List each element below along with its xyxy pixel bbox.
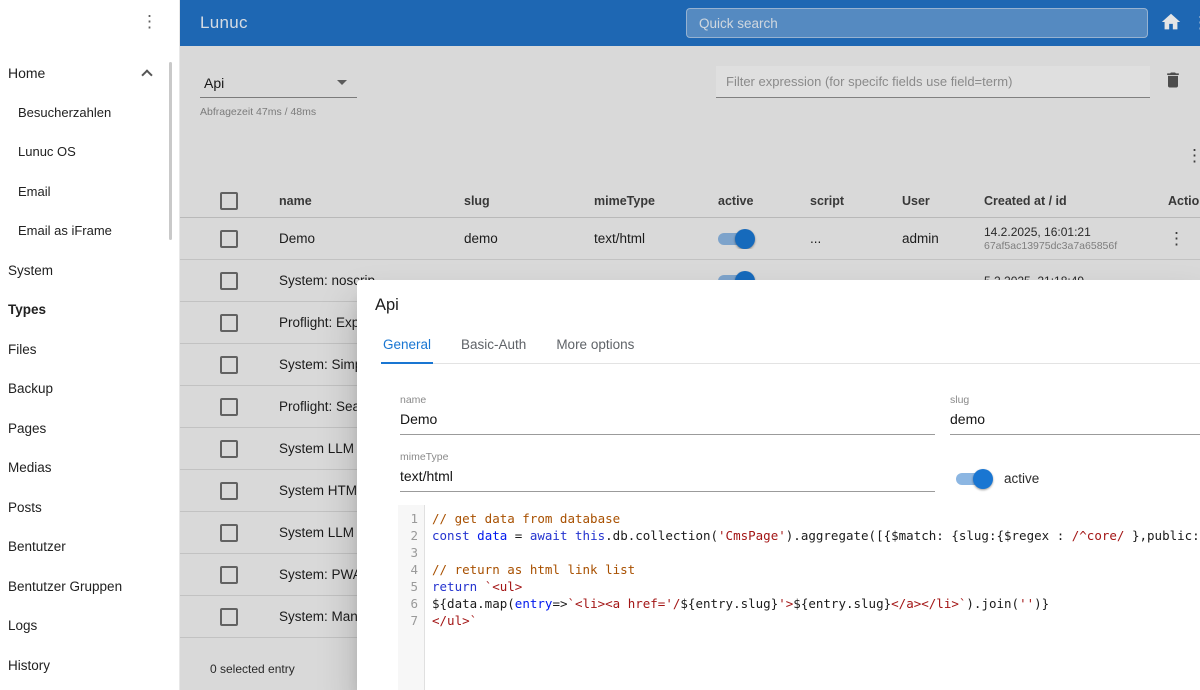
sidebar-item-label: Medias [8,460,52,475]
sidebar-item-label: Logs [8,618,37,633]
slug-field[interactable]: slug demo [950,394,1200,435]
sidebar-scrollbar[interactable] [169,62,172,240]
sidebar-menu: Home Besucherzahlen Lunuc OS Email Email as … [0,53,179,685]
code-line: // return as html link list [432,561,1200,578]
sidebar-item-label: Types [8,302,46,317]
chevron-up-icon [141,69,152,80]
sidebar-item-logs[interactable]: Logs [0,606,179,646]
slug-field-value[interactable]: demo [950,406,1200,435]
editor-code[interactable]: // get data from databaseconst data = aw… [425,505,1200,690]
active-toggle-label: active [1004,471,1039,486]
sidebar-item-email[interactable]: Email [0,172,179,212]
sidebar-item-label: History [8,658,50,673]
sidebar-item-history[interactable]: History [0,646,179,686]
sidebar-item-label: Besucherzahlen [18,105,111,120]
sidebar-item-label: Email as iFrame [18,223,112,238]
code-line: return `<ul> [432,578,1200,595]
sidebar-item-label: Backup [8,381,53,396]
code-line [432,544,1200,561]
name-field-value[interactable]: Demo [400,406,935,435]
code-line: ${data.map(entry=>`<li><a href='/${entry… [432,595,1200,612]
mimetype-field-value[interactable]: text/html [400,463,935,492]
sidebar-item-medias[interactable]: Medias [0,448,179,488]
tab-basic-auth[interactable]: Basic-Auth [459,337,528,363]
tab-more-options[interactable]: More options [554,337,636,363]
sidebar-menu-icon[interactable]: ⋮ [141,13,158,30]
sidebar-item-posts[interactable]: Posts [0,488,179,528]
sidebar-item-types[interactable]: Types [0,290,179,330]
editor-gutter: 1234567 [398,505,425,690]
dialog-title: Api [357,280,1200,315]
sidebar-item-bentutzer[interactable]: Bentutzer [0,527,179,567]
sidebar-item-label: System [8,263,53,278]
api-dialog: Api General Basic-Auth More options name D… [357,280,1200,690]
sidebar-item-label: Home [8,65,45,81]
sidebar-item-email-as-iframe[interactable]: Email as iFrame [0,211,179,251]
sidebar-item-system[interactable]: System [0,251,179,291]
code-line: const data = await this.db.collection('C… [432,527,1200,544]
tab-general[interactable]: General [381,337,433,363]
sidebar-item-label: Pages [8,421,46,436]
sidebar-item-pages[interactable]: Pages [0,409,179,449]
sidebar-item-label: Posts [8,500,42,515]
sidebar-item-files[interactable]: Files [0,330,179,370]
sidebar: ⋮ Home Besucherzahlen Lunuc OS Email Email a… [0,0,180,690]
sidebar-item-label: Files [8,342,37,357]
sidebar-header: ⋮ [0,0,179,46]
code-editor[interactable]: 1234567 // get data from databaseconst d… [398,505,1200,690]
name-field-label: name [400,394,935,406]
line-number: 3 [398,544,418,561]
sidebar-item-lunuc-os[interactable]: Lunuc OS [0,132,179,172]
line-number: 7 [398,612,418,629]
mimetype-field[interactable]: mimeType text/html [400,451,935,492]
active-toggle[interactable] [956,469,990,489]
line-number: 6 [398,595,418,612]
line-number: 1 [398,510,418,527]
sidebar-item-bentutzer-gruppen[interactable]: Bentutzer Gruppen [0,567,179,607]
sidebar-item-label: Bentutzer [8,539,66,554]
sidebar-item-home[interactable]: Home [0,53,179,93]
line-number: 4 [398,561,418,578]
sidebar-item-backup[interactable]: Backup [0,369,179,409]
toggle-thumb [973,469,993,489]
dialog-form: name Demo slug demo mimeType text/html [400,394,1200,521]
code-line: // get data from database [432,510,1200,527]
sidebar-item-besucherzahlen[interactable]: Besucherzahlen [0,93,179,133]
name-field[interactable]: name Demo [400,394,935,435]
active-toggle-row: active [950,465,1200,492]
line-number: 5 [398,578,418,595]
line-number: 2 [398,527,418,544]
dialog-tabs: General Basic-Auth More options [381,337,1200,364]
sidebar-item-label: Lunuc OS [18,144,76,159]
sidebar-item-label: Email [18,184,51,199]
app-root: Lunuc ⋮ Api Abfragezeit 47ms / 48ms ⋮ na… [0,0,1200,690]
sidebar-item-label: Bentutzer Gruppen [8,579,122,594]
mimetype-field-label: mimeType [400,451,935,463]
slug-field-label: slug [950,394,1200,406]
code-line: </ul>` [432,612,1200,629]
